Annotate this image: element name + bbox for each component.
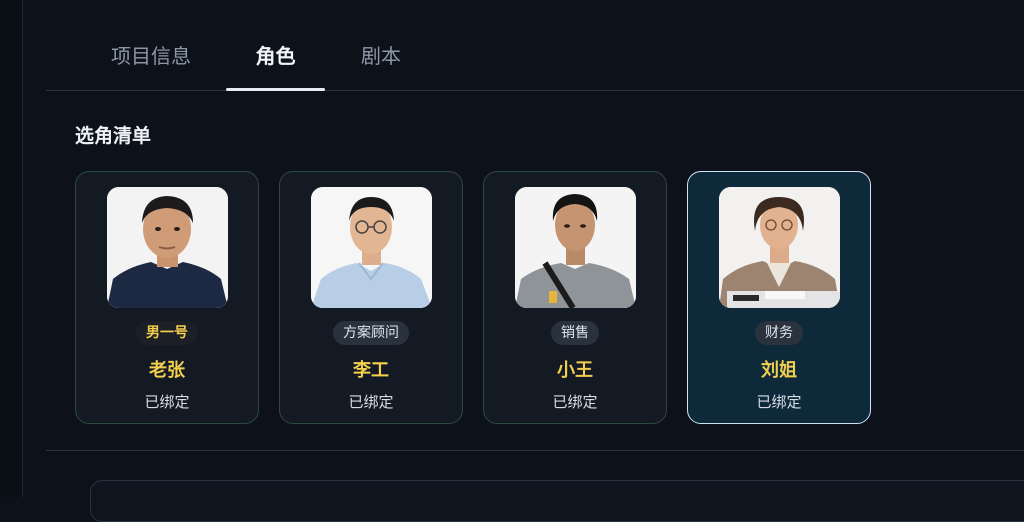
active-tab-indicator: [226, 88, 325, 91]
section-title: 选角清单: [75, 125, 152, 147]
bind-status: 已绑定: [552, 393, 598, 411]
role-badge: 财务: [755, 321, 803, 345]
casting-card-lead[interactable]: 男一号 老张 已绑定: [75, 171, 259, 424]
tab-script[interactable]: 剧本: [346, 40, 416, 70]
tab-project-info[interactable]: 项目信息: [101, 40, 201, 70]
bottom-panel: [90, 480, 1024, 522]
actor-portrait: [107, 187, 228, 308]
bind-status: 已绑定: [144, 393, 190, 411]
tab-bar: 项目信息 角色 剧本: [46, 0, 1024, 91]
role-badge: 男一号: [136, 321, 198, 345]
actor-name: 李工: [353, 360, 389, 381]
actor-name: 小王: [557, 360, 593, 381]
actor-portrait: [515, 187, 636, 308]
actor-portrait: [311, 187, 432, 308]
casting-card-finance[interactable]: 财务 刘姐 已绑定: [687, 171, 871, 424]
left-sidebar-rail: [0, 0, 23, 497]
tab-roles[interactable]: 角色: [226, 40, 325, 70]
actor-name: 刘姐: [761, 360, 797, 381]
casting-card-consultant[interactable]: 方案顾问 李工 已绑定: [279, 171, 463, 424]
section-divider: [46, 450, 1024, 451]
casting-card-sales[interactable]: 销售 小王 已绑定: [483, 171, 667, 424]
actor-portrait: [719, 187, 840, 308]
bind-status: 已绑定: [756, 393, 802, 411]
role-badge: 销售: [551, 321, 599, 345]
bind-status: 已绑定: [348, 393, 394, 411]
actor-name: 老张: [149, 360, 185, 381]
role-badge: 方案顾问: [333, 321, 409, 345]
